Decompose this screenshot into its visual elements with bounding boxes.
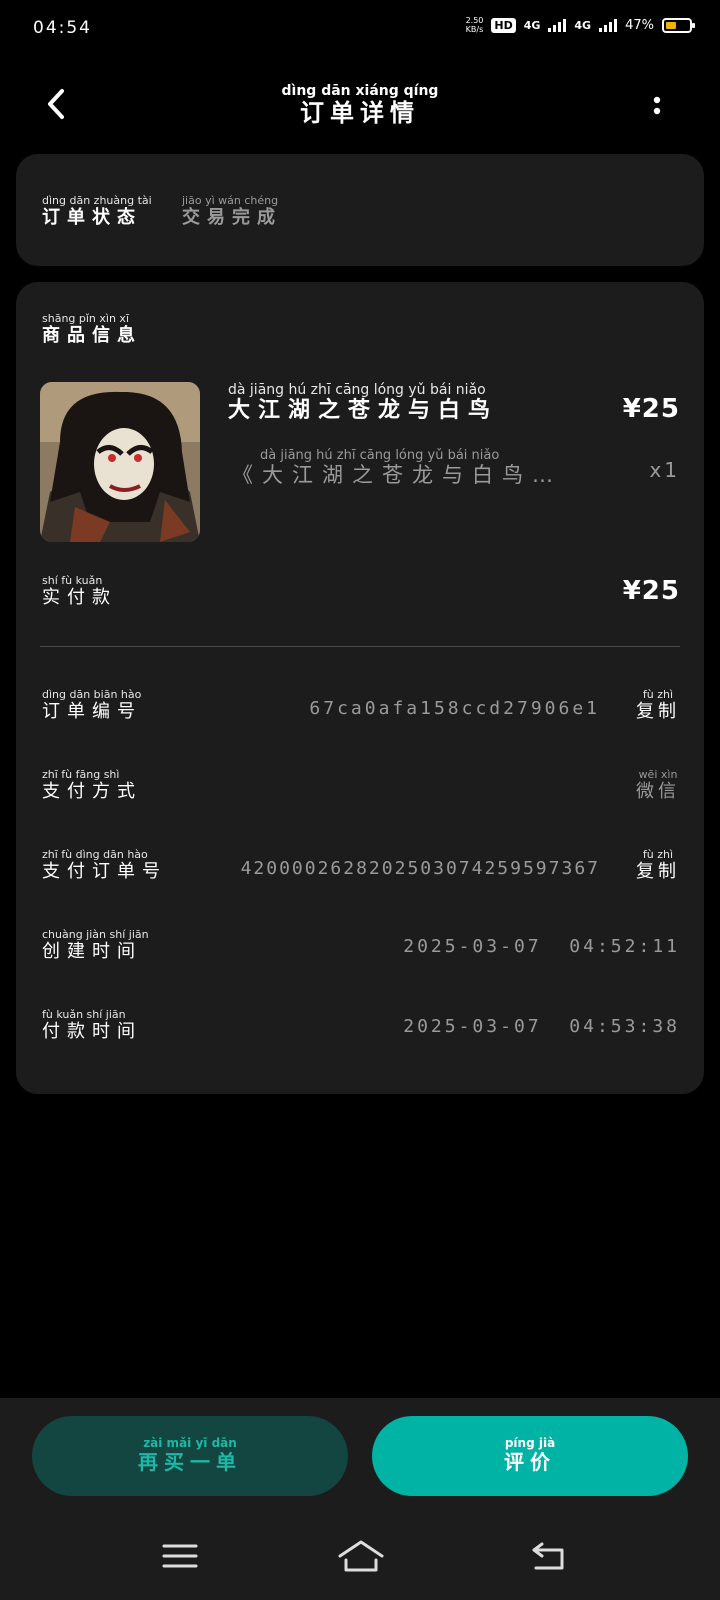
order-status-card: dìng dān zhuàng tài 订单状态 jiāo yì wán ché…: [16, 154, 704, 266]
signal-icon: [548, 18, 567, 32]
status-icons: 2.50 KB/s HD 4G 4G 47%: [465, 16, 695, 34]
more-options-icon[interactable]: [652, 95, 662, 119]
menu-icon[interactable]: [160, 1538, 200, 1574]
payment-time-value: 2025-03-07 04:53:38: [403, 1016, 680, 1037]
battery-percent: 47%: [625, 17, 654, 33]
paid-amount-value: ¥25: [622, 576, 680, 606]
copy-payment-order-number-button[interactable]: fù zhì 复制: [636, 848, 680, 883]
created-time-label: chuàng jiàn shí jiān 创建时间: [42, 928, 149, 962]
payment-time-label: fù kuǎn shí jiān 付款时间: [42, 1008, 142, 1042]
network-speed: 2.50 KB/s: [465, 16, 484, 34]
bottom-action-bar: zài mǎi yī dān 再买一单 píng jià 评价: [0, 1398, 720, 1600]
battery-icon: [662, 17, 695, 33]
created-time-value: 2025-03-07 04:52:11: [403, 936, 680, 957]
header: dìng dān xiáng qíng 订单详情: [0, 75, 720, 135]
product-subtitle: dà jiāng hú zhī cāng lóng yǔ bái niǎo 《大…: [232, 448, 562, 487]
order-status-value: jiāo yì wán chéng 交易完成: [182, 194, 282, 228]
product-section-title: shāng pǐn xìn xī 商品信息: [42, 312, 142, 346]
buy-again-button[interactable]: zài mǎi yī dān 再买一单: [32, 1416, 348, 1496]
product-quantity: x1: [649, 458, 680, 482]
product-price: ¥25: [622, 394, 680, 424]
product-thumbnail[interactable]: [40, 382, 200, 542]
page-title: dìng dān xiáng qíng 订单详情: [281, 83, 439, 127]
divider: [40, 646, 680, 647]
order-status-label: dìng dān zhuàng tài 订单状态: [42, 194, 152, 228]
review-button[interactable]: píng jià 评价: [372, 1416, 688, 1496]
payment-order-number-value: 4200002628202503074259597367: [240, 858, 600, 879]
signal-icon: [599, 18, 618, 32]
product-info-card: shāng pǐn xìn xī 商品信息 dà jiāng hú zhī cā…: [16, 282, 704, 1094]
status-bar: 04:54 2.50 KB/s HD 4G 4G 47%: [0, 0, 720, 60]
payment-method-label: zhī fù fāng shì 支付方式: [42, 768, 142, 802]
hd-icon: HD: [491, 17, 516, 33]
product-name[interactable]: dà jiāng hú zhī cāng lóng yǔ bái niǎo 大江…: [228, 382, 498, 424]
order-number-label: dìng dān biān hào 订单编号: [42, 688, 142, 722]
paid-amount-label: shí fù kuǎn 实付款: [42, 574, 117, 608]
network-type-2: 4G: [574, 18, 592, 32]
status-time: 04:54: [33, 18, 92, 38]
payment-order-number-label: zhī fù dìng dān hào 支付订单号: [42, 848, 167, 882]
order-number-value: 67ca0afa158ccd27906e1: [309, 698, 600, 719]
network-type-1: 4G: [523, 18, 541, 32]
back-icon[interactable]: [530, 1538, 570, 1574]
payment-method-value: wēi xìn 微信: [636, 768, 680, 802]
home-icon[interactable]: [336, 1538, 386, 1574]
copy-order-number-button[interactable]: fù zhì 复制: [636, 688, 680, 723]
